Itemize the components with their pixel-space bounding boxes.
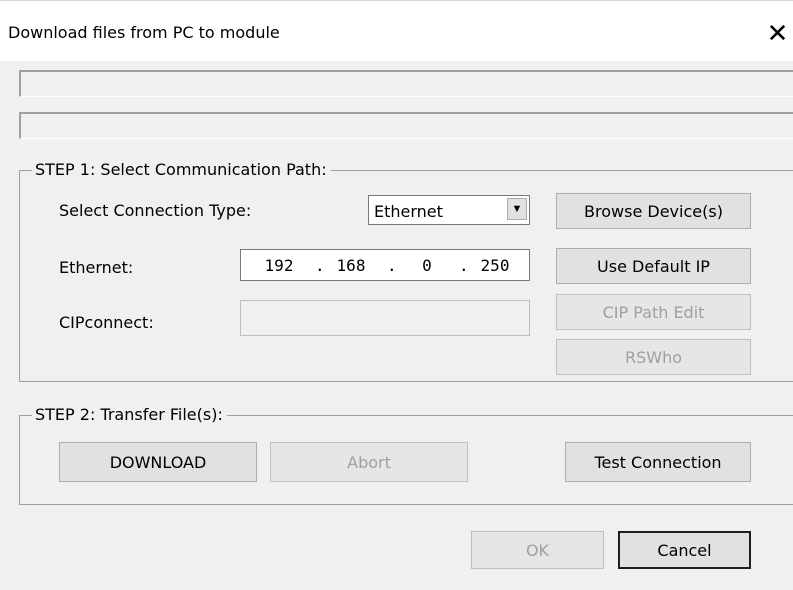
ip-dot-1: . (315, 256, 325, 275)
ip-octet-4[interactable]: 250 (475, 256, 515, 275)
cancel-button[interactable]: Cancel (618, 531, 751, 569)
rswho-button: RSWho (556, 339, 751, 375)
close-icon[interactable]: ✕ (762, 17, 793, 51)
abort-button: Abort (270, 442, 468, 482)
step2-legend: STEP 2: Transfer File(s): (32, 405, 227, 424)
connection-type-label: Select Connection Type: (59, 201, 252, 220)
title-bar: Download files from PC to module ✕ (0, 0, 793, 61)
step1-legend: STEP 1: Select Communication Path: (32, 160, 331, 179)
cipconnect-field (240, 300, 530, 336)
window-title: Download files from PC to module (8, 23, 280, 42)
connection-type-select[interactable]: Ethernet ▼ (368, 195, 530, 225)
status-field-1 (19, 70, 793, 97)
status-field-2 (19, 112, 793, 139)
cipconnect-label: CIPconnect: (59, 313, 154, 332)
connection-type-value: Ethernet (374, 202, 443, 221)
use-default-ip-button[interactable]: Use Default IP (556, 248, 751, 284)
ip-dot-3: . (459, 256, 469, 275)
chevron-down-icon[interactable]: ▼ (507, 198, 527, 220)
ip-octet-3[interactable]: 0 (407, 256, 447, 275)
cip-path-edit-button: CIP Path Edit (556, 294, 751, 330)
ip-octet-2[interactable]: 168 (331, 256, 371, 275)
ok-button: OK (471, 531, 604, 569)
ip-address-field[interactable]: 192 . 168 . 0 . 250 (240, 249, 530, 281)
browse-devices-button[interactable]: Browse Device(s) (556, 193, 751, 229)
download-button[interactable]: DOWNLOAD (59, 442, 257, 482)
ip-octet-1[interactable]: 192 (259, 256, 299, 275)
ip-dot-2: . (387, 256, 397, 275)
test-connection-button[interactable]: Test Connection (565, 442, 751, 482)
ethernet-label: Ethernet: (59, 258, 134, 277)
